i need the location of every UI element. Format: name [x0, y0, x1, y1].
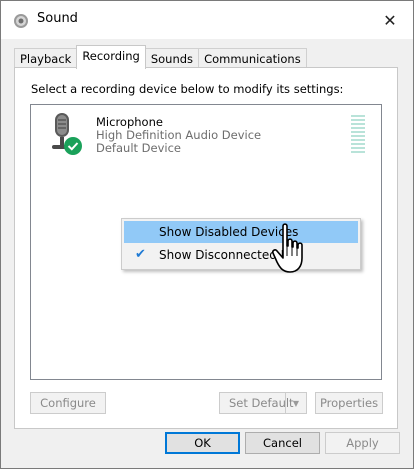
menu-item-label: Show Disconnected D: [159, 248, 290, 262]
title-bar[interactable]: Sound ✕: [1, 1, 413, 39]
tab-strip: Playback Recording Sounds Communications: [14, 45, 307, 69]
hand-pointer-icon: [272, 223, 303, 273]
apply-button[interactable]: Apply: [325, 432, 400, 454]
device-name: Microphone: [96, 115, 163, 129]
device-description: High Definition Audio Device: [96, 128, 262, 142]
list-item-microphone[interactable]: Microphone High Definition Audio Device …: [31, 105, 381, 165]
tab-recording[interactable]: Recording: [76, 45, 146, 69]
default-check-icon: [64, 137, 82, 155]
level-meter: [351, 115, 365, 153]
context-menu: Show Disabled Devices ✔ Show Disconnecte…: [121, 218, 361, 270]
microphone-icon: [52, 113, 82, 155]
menu-item-show-disconnected[interactable]: ✔ Show Disconnected D: [124, 244, 358, 266]
tab-communications[interactable]: Communications: [198, 48, 307, 69]
menu-item-show-disabled[interactable]: Show Disabled Devices: [124, 221, 358, 243]
device-status: Default Device: [96, 141, 182, 155]
properties-button[interactable]: Properties: [315, 392, 383, 414]
close-button[interactable]: ✕: [367, 1, 413, 39]
ok-button[interactable]: OK: [165, 432, 240, 454]
set-default-label: Set Default: [229, 396, 294, 410]
cancel-button[interactable]: Cancel: [245, 432, 320, 454]
window-title: Sound: [37, 11, 78, 26]
configure-button[interactable]: Configure: [30, 392, 106, 414]
check-icon: ✔: [135, 247, 146, 262]
set-default-button[interactable]: Set Default ▼: [219, 392, 307, 414]
chevron-down-icon[interactable]: ▼: [285, 393, 306, 413]
tab-playback[interactable]: Playback: [14, 48, 78, 69]
instructions-text: Select a recording device below to modif…: [31, 82, 344, 96]
speaker-icon: [14, 14, 28, 28]
tab-sounds[interactable]: Sounds: [144, 48, 200, 69]
